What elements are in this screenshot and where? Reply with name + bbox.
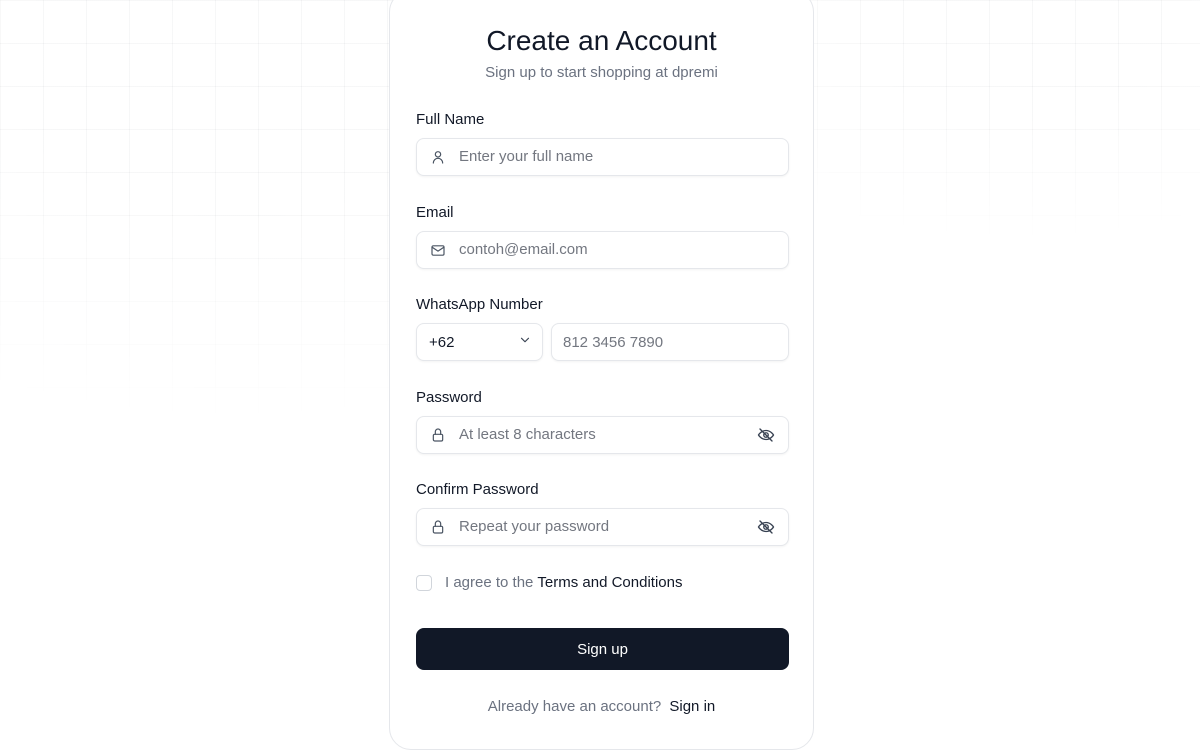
password-input[interactable] [459,426,756,444]
mail-icon [430,242,446,258]
whatsapp-label: WhatsApp Number [416,296,543,313]
confirm-password-input[interactable] [459,518,756,536]
full-name-input[interactable] [459,148,788,166]
terms-row: I agree to the Terms and Conditions [416,574,682,591]
terms-prefix: I agree to the [445,574,534,591]
terms-checkbox[interactable] [416,574,432,591]
chevron-down-icon [518,333,532,351]
eye-off-icon[interactable] [756,517,776,537]
sign-up-button[interactable]: Sign up [416,628,789,670]
phone-field[interactable] [551,323,789,361]
sign-in-prompt: Already have an account? Sign in [390,698,813,715]
user-icon [430,149,446,165]
email-input[interactable] [459,241,788,259]
country-code-select[interactable]: +62 [416,323,543,361]
eye-off-icon[interactable] [756,425,776,445]
page-subtitle: Sign up to start shopping at dpremi [485,64,718,81]
lock-icon [430,519,446,535]
confirm-password-field[interactable] [416,508,789,546]
password-label: Password [416,389,482,406]
sign-in-link[interactable]: Sign in [669,698,715,715]
email-field[interactable] [416,231,789,269]
full-name-field[interactable] [416,138,789,176]
terms-link[interactable]: Terms and Conditions [537,574,682,591]
page-title: Create an Account [486,25,717,56]
email-label: Email [416,204,454,221]
full-name-label: Full Name [416,111,485,128]
country-code-value: +62 [429,333,455,351]
confirm-password-label: Confirm Password [416,481,539,498]
sign-in-prompt-text: Already have an account? [487,698,662,715]
lock-icon [430,427,446,443]
phone-input[interactable] [563,333,763,351]
signup-card: Create an Account Sign up to start shopp… [389,0,814,750]
password-field[interactable] [416,416,789,454]
